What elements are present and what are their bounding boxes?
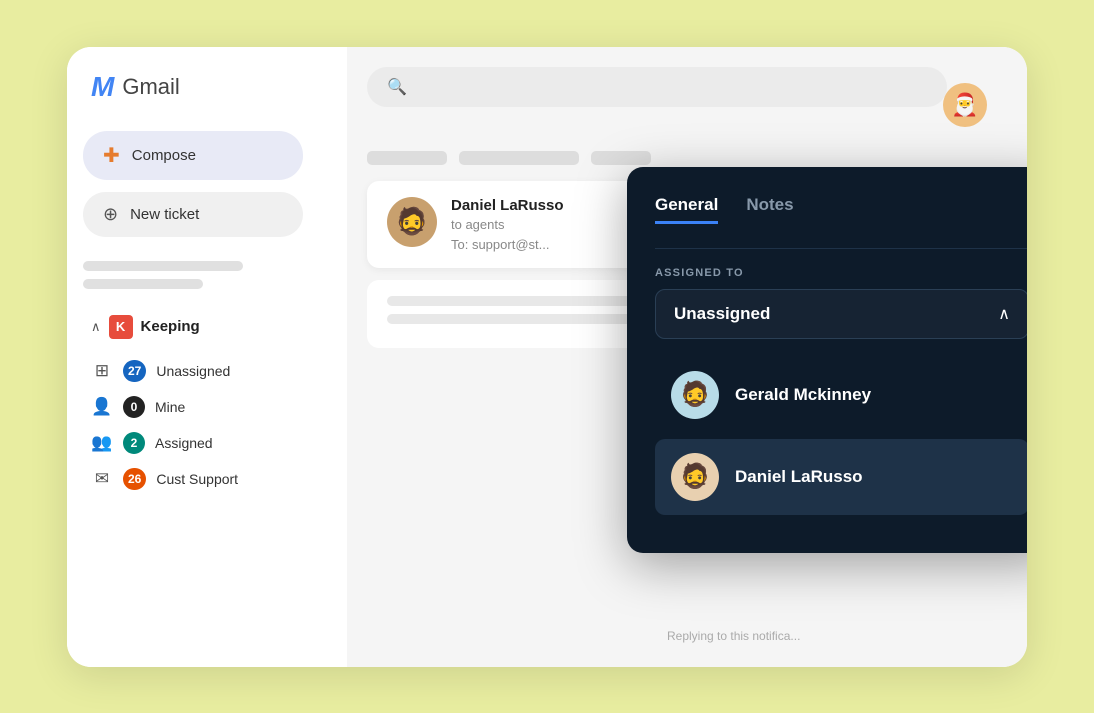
people-icon: 👥 — [91, 433, 113, 453]
new-ticket-button[interactable]: ⊕ New ticket — [83, 192, 303, 237]
daniel-avatar: 🧔 — [671, 453, 719, 501]
gerald-name: Gerald Mckinney — [735, 385, 871, 405]
tab-general[interactable]: General — [655, 195, 718, 224]
gmail-label: Gmail — [122, 74, 179, 100]
chevron-up-icon: ∧ — [998, 304, 1010, 324]
dark-panel: General Notes ASSIGNED TO Unassigned ∧ 🧔… — [627, 167, 1027, 553]
skeleton-box — [459, 151, 579, 165]
assigned-dropdown[interactable]: Unassigned ∧ — [655, 289, 1027, 339]
keeping-header: ∧ K Keeping — [83, 309, 331, 345]
sidebar-item-cust-support[interactable]: ✉ 26 Cust Support — [83, 461, 331, 497]
sidebar-skeleton — [83, 261, 331, 289]
panel-divider — [655, 248, 1027, 249]
person-icon: 👤 — [91, 397, 113, 417]
compose-label: Compose — [132, 147, 196, 164]
assigned-label: Assigned — [155, 435, 213, 451]
search-icon: 🔍 — [387, 77, 407, 97]
circle-plus-icon: ⊕ — [103, 204, 118, 225]
sidebar-item-mine[interactable]: 👤 0 Mine — [83, 389, 331, 425]
panel-tabs: General Notes — [655, 195, 1027, 224]
stack-icon: ⊞ — [91, 361, 113, 381]
main-content: 🔍 🎅 🧔 Daniel LaRusso to agents To: suppo… — [347, 47, 1027, 667]
dropdown-value: Unassigned — [674, 304, 770, 324]
skeleton-line — [83, 261, 243, 271]
gmail-m-icon: M — [91, 71, 114, 103]
assigned-to-label: ASSIGNED TO — [655, 267, 1027, 279]
sidebar-item-assigned[interactable]: 👥 2 Assigned — [83, 425, 331, 461]
search-bar[interactable]: 🔍 — [367, 67, 947, 107]
new-ticket-label: New ticket — [130, 206, 199, 223]
keeping-icon: K — [109, 315, 133, 339]
cust-support-label: Cust Support — [156, 471, 238, 487]
tab-notes[interactable]: Notes — [746, 195, 793, 224]
cust-badge: 26 — [123, 468, 146, 490]
assigned-badge: 2 — [123, 432, 145, 454]
keeping-section: ∧ K Keeping ⊞ 27 Unassigned 👤 0 Mine 👥 2… — [83, 309, 331, 497]
unassigned-label: Unassigned — [156, 363, 230, 379]
main-skeletons-top — [367, 151, 1007, 165]
compose-plus-icon: ✚ — [103, 143, 120, 168]
mine-badge: 0 — [123, 396, 145, 418]
inbox-icon: ✉ — [91, 469, 113, 489]
gerald-avatar: 🧔 — [671, 371, 719, 419]
compose-button[interactable]: ✚ Compose — [83, 131, 303, 180]
sidebar-item-unassigned[interactable]: ⊞ 27 Unassigned — [83, 353, 331, 389]
skeleton-box — [591, 151, 651, 165]
mine-label: Mine — [155, 399, 185, 415]
keeping-chevron-icon: ∧ — [91, 319, 101, 335]
keeping-title: Keeping — [141, 318, 200, 335]
gmail-logo: M Gmail — [83, 71, 331, 103]
main-card: M Gmail ✚ Compose ⊕ New ticket ∧ K Keepi… — [67, 47, 1027, 667]
agent-option-gerald[interactable]: 🧔 Gerald Mckinney — [655, 357, 1027, 433]
user-avatar: 🎅 — [943, 83, 987, 127]
daniel-name: Daniel LaRusso — [735, 467, 863, 487]
skeleton-box — [367, 151, 447, 165]
reply-text: Replying to this notifica... — [667, 629, 800, 643]
agent-option-daniel[interactable]: 🧔 Daniel LaRusso — [655, 439, 1027, 515]
sender-avatar: 🧔 — [387, 197, 437, 247]
sidebar: M Gmail ✚ Compose ⊕ New ticket ∧ K Keepi… — [67, 47, 347, 667]
unassigned-badge: 27 — [123, 360, 146, 382]
skeleton-line — [83, 279, 203, 289]
